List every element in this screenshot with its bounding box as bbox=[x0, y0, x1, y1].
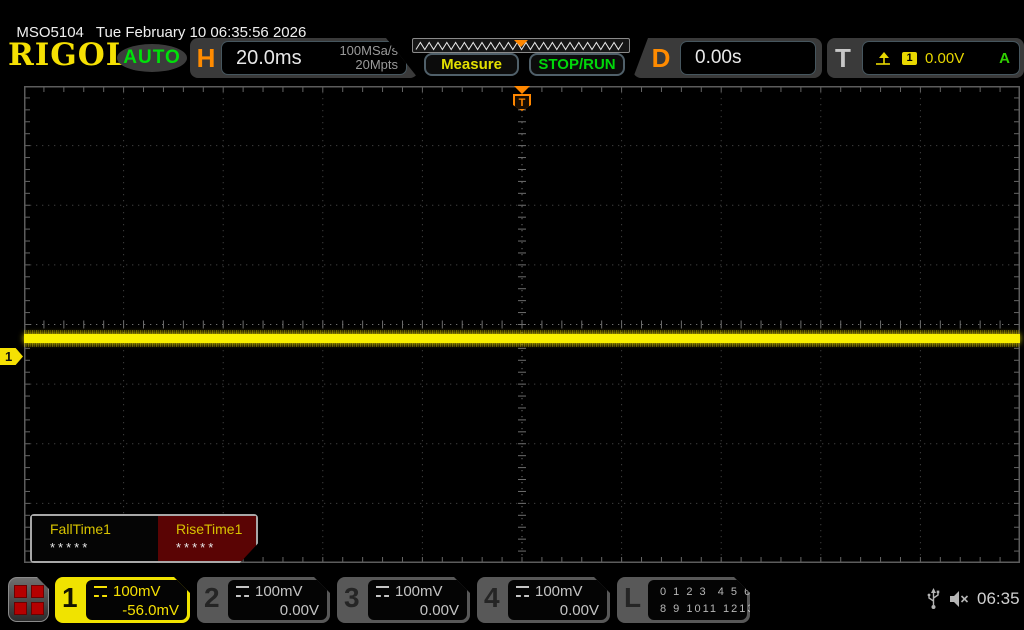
dc-coupling-icon bbox=[236, 586, 249, 597]
channel-number: 2 bbox=[204, 582, 220, 613]
channel-number: 3 bbox=[344, 582, 360, 613]
channel-scale: 100mV bbox=[255, 583, 303, 600]
measurement-falltime[interactable]: FallTime1 ***** bbox=[32, 516, 158, 561]
menu-button[interactable] bbox=[8, 577, 49, 622]
channel-scale: 100mV bbox=[395, 583, 443, 600]
trigger-block[interactable]: T 1 0.00V A bbox=[827, 38, 1024, 78]
channel1-position-marker[interactable]: 1 bbox=[0, 348, 23, 365]
channel-offset: 0.00V bbox=[279, 602, 319, 619]
menu-grid-icon bbox=[14, 585, 44, 615]
channel-offset: -56.0mV bbox=[122, 602, 179, 619]
measurement-label: RiseTime1 bbox=[176, 521, 243, 537]
trigger-slope-icon bbox=[876, 52, 890, 65]
delay-valuebox[interactable]: 0.00s bbox=[680, 41, 816, 75]
sample-rate: 100MSa/s bbox=[339, 43, 398, 58]
logic-label: L bbox=[624, 582, 642, 613]
channel3-block[interactable]: 3 100mV 0.00V bbox=[337, 577, 470, 623]
trigger-marker-badge: T bbox=[513, 94, 531, 111]
dc-coupling-icon bbox=[516, 586, 529, 597]
trigger-valuebox[interactable]: 1 0.00V A bbox=[862, 41, 1020, 75]
clock: 06:35 bbox=[977, 589, 1020, 608]
measurement-value: ***** bbox=[50, 540, 91, 555]
trigger-label: T bbox=[835, 42, 851, 73]
dc-coupling-icon bbox=[94, 586, 107, 597]
measurement-label: FallTime1 bbox=[50, 521, 111, 537]
trigger-status-badge: AUTO bbox=[117, 44, 187, 72]
trigger-marker-triangle-icon bbox=[514, 86, 530, 94]
status-bar: MSO5104 Tue February 10 06:35:56 2026 bbox=[8, 7, 306, 41]
trigger-source-badge: 1 bbox=[902, 51, 917, 65]
measurement-risetime[interactable]: RiseTime1 ***** bbox=[158, 516, 256, 561]
rigol-logo: RIGOL bbox=[8, 37, 129, 73]
dc-coupling-icon bbox=[376, 586, 389, 597]
horizontal-valuebox[interactable]: 20.0ms 100MSa/s 20Mpts bbox=[221, 41, 407, 75]
waveform-overview-icon bbox=[415, 40, 624, 51]
channel-scale: 100mV bbox=[113, 583, 161, 600]
measurement-value: ***** bbox=[176, 540, 217, 555]
logic-row2: 8 9 1011 12131415 bbox=[660, 603, 788, 615]
speaker-mute-icon[interactable] bbox=[949, 590, 969, 608]
horizontal-label: H bbox=[196, 42, 216, 73]
channel-number: 4 bbox=[484, 582, 500, 613]
usb-icon bbox=[927, 588, 940, 609]
stop-run-button[interactable]: STOP/RUN bbox=[529, 53, 625, 76]
trigger-position-marker[interactable]: T bbox=[510, 86, 534, 114]
channel1-trace bbox=[24, 334, 1020, 343]
channel2-block[interactable]: 2 100mV 0.00V bbox=[197, 577, 330, 623]
channel4-block[interactable]: 4 100mV 0.00V bbox=[477, 577, 610, 623]
measure-button[interactable]: Measure bbox=[424, 53, 519, 76]
timebase-value: 20.0ms bbox=[236, 46, 302, 69]
measurement-overlay[interactable]: FallTime1 ***** RiseTime1 ***** bbox=[30, 514, 258, 563]
channel-offset: 0.00V bbox=[419, 602, 459, 619]
channel-scale: 100mV bbox=[535, 583, 583, 600]
graticule bbox=[24, 86, 1020, 563]
trigger-level: 0.00V bbox=[925, 49, 965, 67]
channel-offset: 0.00V bbox=[559, 602, 599, 619]
trigger-sweep-mode: A bbox=[999, 49, 1010, 67]
horizontal-block[interactable]: H 20.0ms 100MSa/s 20Mpts bbox=[190, 38, 418, 78]
channel-number: 1 bbox=[62, 582, 78, 613]
delay-label: D bbox=[651, 42, 671, 73]
memory-depth: 20Mpts bbox=[355, 57, 398, 72]
logic-channels-block[interactable]: L 0 1 2 3 4 5 6 7 8 9 1011 12131415 bbox=[617, 577, 750, 623]
channel1-block[interactable]: 1 100mV -56.0mV bbox=[55, 577, 190, 623]
waveform-overview-strip[interactable] bbox=[412, 38, 630, 53]
logic-row1: 0 1 2 3 4 5 6 7 bbox=[660, 586, 766, 598]
delay-value: 0.00s bbox=[695, 47, 742, 68]
delay-block[interactable]: D 0.00s bbox=[633, 38, 822, 78]
